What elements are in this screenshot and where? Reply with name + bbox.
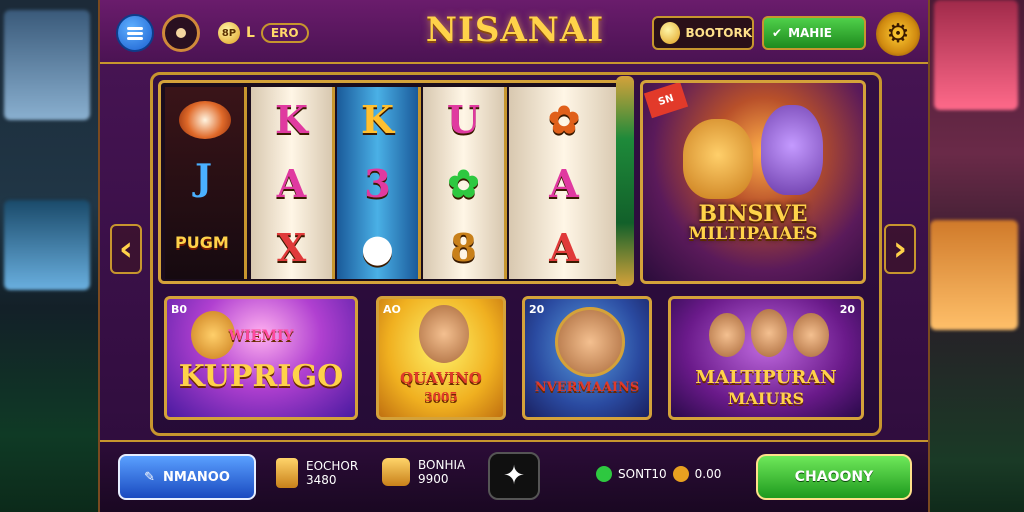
play-button-label: CHAOONY xyxy=(794,469,874,485)
blurred-slot-machine xyxy=(934,0,1018,110)
card-subtitle: 3005 xyxy=(424,390,458,404)
reel-4: ✿ A A xyxy=(509,87,619,279)
gamer-character xyxy=(555,307,625,377)
woman-character xyxy=(793,313,829,357)
reel-1: K A X xyxy=(251,87,335,279)
check-icon: ✔ xyxy=(772,26,783,40)
left-blurred-arcade xyxy=(0,0,100,512)
bonus-icon xyxy=(382,458,410,487)
reel-symbol: U xyxy=(446,96,481,142)
stat-2: BONHIA 9900 xyxy=(382,458,465,487)
card-title: MALTIPURAN xyxy=(695,367,837,388)
llama-character xyxy=(761,105,823,195)
reel-3: U ✿ 8 xyxy=(423,87,507,279)
balance-display[interactable]: BOOTORK xyxy=(652,16,754,50)
joystick-icon: ✎ xyxy=(144,469,156,485)
settings-button[interactable]: ⚙ xyxy=(876,12,920,56)
slot-side-logo: PUGM xyxy=(175,233,229,252)
woman-character xyxy=(709,313,745,357)
card-tag: 20 xyxy=(529,303,545,316)
balance-value: BOOTORK xyxy=(685,26,752,40)
featured-title-line1: BINSIVE xyxy=(698,201,808,227)
reel-symbol: A xyxy=(549,224,579,270)
slot-lever[interactable] xyxy=(616,76,634,286)
left-action-label: NMANOO xyxy=(163,469,230,485)
blurred-slot-machine xyxy=(4,200,90,290)
card-title: KUPRIGO xyxy=(178,359,344,394)
currency-label: 8P L ERO xyxy=(218,22,309,44)
left-action-button[interactable]: ✎ NMANOO xyxy=(118,454,256,500)
arrow-left-button[interactable]: ‹ xyxy=(110,224,142,274)
lion-character xyxy=(683,119,753,199)
wallet-label: MAHIE xyxy=(788,26,832,40)
arrow-left-icon: ‹ xyxy=(118,229,133,269)
stat-1-label: EOCHOR xyxy=(306,458,359,473)
blurred-slot-machine xyxy=(4,10,90,120)
slot-side-symbol: J xyxy=(195,157,213,199)
currency-text: L xyxy=(246,25,255,41)
coin-icon xyxy=(660,22,680,44)
card-tag: 20 xyxy=(839,303,855,316)
arrow-right-button[interactable]: › xyxy=(884,224,916,274)
woman-character xyxy=(751,309,787,357)
reel-symbol: 3 xyxy=(364,160,391,206)
slot-machine[interactable]: J PUGM K A X K 3 ● U ✿ 8 ✿ A A xyxy=(158,80,630,284)
target-button[interactable] xyxy=(162,14,200,52)
reel-symbol: 8 xyxy=(450,224,477,270)
slot-side-strip: J PUGM xyxy=(165,87,247,279)
reel-symbol: A xyxy=(276,160,307,206)
top-bar: 8P L ERO NISANAI BOOTORK ✔ MAHIE ⚙ xyxy=(100,0,928,64)
arrow-right-icon: › xyxy=(892,229,907,269)
reel-symbol: ✿ xyxy=(548,96,580,142)
card-tag: AO xyxy=(383,303,401,316)
featured-title: BINSIVE MILTIPAIAES xyxy=(643,201,863,245)
featured-game-banner[interactable]: SN BINSIVE MILTIPAIAES xyxy=(640,80,866,284)
wallet-button[interactable]: ✔ MAHIE xyxy=(762,16,866,50)
right-blurred-arcade xyxy=(924,0,1024,512)
prize-display: SONT10 0.00 xyxy=(596,466,721,482)
currency-pill: ERO xyxy=(260,23,309,43)
reel-symbol: K xyxy=(360,96,395,142)
bottom-bar: ✎ NMANOO EOCHOR 3480 BONHIA 9900 ✦ SONT1… xyxy=(100,440,928,512)
reel-symbol: A xyxy=(549,160,579,206)
prize-text: SONT10 xyxy=(618,467,667,481)
featured-title-line2: MILTIPAIAES xyxy=(688,224,818,245)
card-subtitle: WIEMIY xyxy=(228,328,294,344)
game-card[interactable]: B0 WIEMIY KUPRIGO xyxy=(164,296,358,420)
reel-symbol: ✿ xyxy=(447,160,480,206)
stat-2-value: 9900 xyxy=(418,472,449,487)
man-character xyxy=(419,305,469,363)
featured-badge: SN xyxy=(643,83,689,119)
coin-icon: 8P xyxy=(218,22,240,44)
card-tag: B0 xyxy=(171,303,188,316)
diamond-icon: ✦ xyxy=(503,461,525,491)
card-title: QUAVINO xyxy=(400,369,482,387)
reel-2: K 3 ● xyxy=(337,87,421,279)
game-card[interactable]: 20 MALTIPURAN MAIURS xyxy=(668,296,864,420)
menu-button[interactable] xyxy=(116,14,154,52)
blurred-slot-machine xyxy=(930,220,1018,330)
center-button[interactable]: ✦ xyxy=(488,452,540,500)
card-subtitle: MAIURS xyxy=(727,389,805,408)
game-card[interactable]: AO QUAVINO 3005 xyxy=(376,296,506,420)
reel-symbol: K xyxy=(274,96,309,142)
stat-2-label: BONHIA xyxy=(418,458,466,472)
game-panel: 8P L ERO NISANAI BOOTORK ✔ MAHIE ⚙ ‹ › J… xyxy=(98,0,930,512)
reel-symbol: X xyxy=(276,224,307,270)
prize-tail: 0.00 xyxy=(694,467,722,481)
gear-icon: ⚙ xyxy=(886,19,910,49)
play-button[interactable]: CHAOONY xyxy=(756,454,912,500)
poker-chip-icon xyxy=(179,101,231,139)
reel-symbol: ● xyxy=(360,224,395,270)
stat-1: EOCHOR 3480 xyxy=(276,458,358,488)
menu-icon xyxy=(127,25,143,42)
gold-bar-icon xyxy=(276,458,298,488)
game-title: NISANAI xyxy=(425,10,605,50)
coin-icon xyxy=(672,466,689,482)
status-dot-icon xyxy=(596,466,612,482)
card-title: NVERMAAINS xyxy=(534,380,640,395)
game-card[interactable]: 20 NVERMAAINS xyxy=(522,296,652,420)
stat-1-value: 3480 xyxy=(306,473,337,487)
